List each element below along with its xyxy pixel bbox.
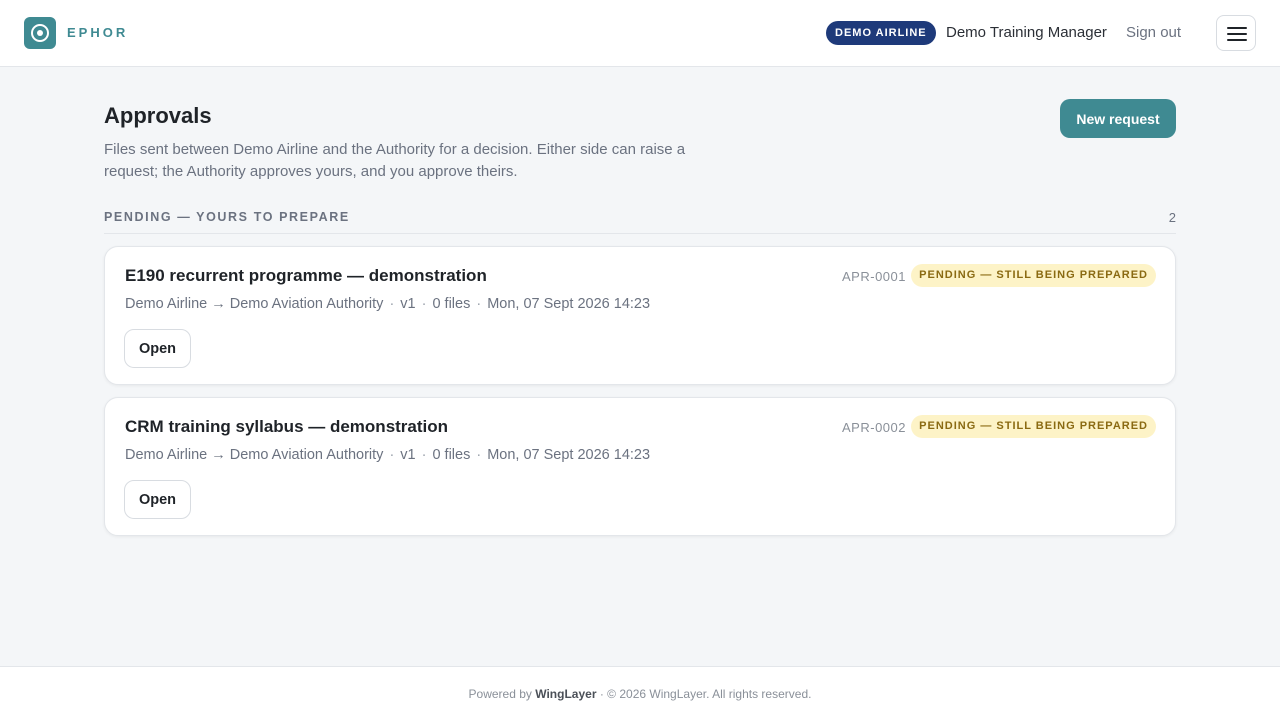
section-heading: PENDING — YOURS TO PREPARE [104,210,350,224]
page-title: Approvals [104,103,212,128]
card-timestamp: Mon, 07 Sept 2026 14:23 [487,447,651,463]
meta-separator: · [476,447,482,463]
meta-separator: · [389,447,395,463]
card-meta: Demo Airline → Demo Aviation Authority · v… [125,296,650,312]
footer-company-link[interactable]: WingLayer [535,687,596,701]
card-meta: Demo Airline → Demo Aviation Authority · v… [125,447,650,463]
card-version: v1 [400,447,416,463]
card-route: Demo Airline → Demo Aviation Authority [125,296,384,312]
card-file-count: 0 files [432,447,471,463]
meta-separator: · [476,296,482,312]
section-count: 2 [1168,210,1176,225]
logo-dot [37,30,43,36]
card-title: E190 recurrent programme — demonstration [125,266,487,285]
open-button[interactable]: Open [124,329,191,368]
card-route: Demo Airline → Demo Aviation Authority [125,447,384,463]
new-request-button[interactable]: New request [1060,99,1176,138]
card-title: CRM training syllabus — demonstration [125,417,449,436]
ephor-logo-icon[interactable] [24,17,56,49]
card-timestamp: Mon, 07 Sept 2026 14:23 [487,296,651,312]
footer-rights: · © 2026 WingLayer. All rights reserved. [599,687,812,701]
section-divider [104,233,1176,234]
brand-name[interactable]: EPHOR [67,25,128,40]
open-button[interactable]: Open [124,480,191,519]
hamburger-menu-icon [1227,33,1247,35]
meta-separator: · [389,296,395,312]
hamburger-menu-icon [1227,39,1247,41]
card-file-count: 0 files [432,296,471,312]
hamburger-menu-button[interactable] [1216,15,1256,51]
status-badge: PENDING — STILL BEING PREPARED [911,415,1156,438]
org-badge: DEMO AIRLINE [826,21,936,45]
approval-card: CRM training syllabus — demonstration De… [104,397,1176,536]
approval-card: E190 recurrent programme — demonstration… [104,246,1176,385]
page-description: Files sent between Demo Airline and the … [104,141,686,180]
sign-out-link[interactable]: Sign out [1126,24,1181,41]
hamburger-menu-icon [1227,27,1247,29]
meta-separator: · [421,296,427,312]
top-bar: EPHOR DEMO AIRLINE Demo Training Manager… [0,0,1280,67]
status-badge: PENDING — STILL BEING PREPARED [911,264,1156,287]
card-version: v1 [400,296,416,312]
footer: Powered by WingLayer · © 2026 WingLayer.… [0,666,1280,720]
user-name: Demo Training Manager [946,24,1107,41]
meta-separator: · [421,447,427,463]
card-reference: APR-0001 [842,269,906,284]
footer-powered-by: Powered by [468,687,532,701]
card-reference: APR-0002 [842,420,906,435]
